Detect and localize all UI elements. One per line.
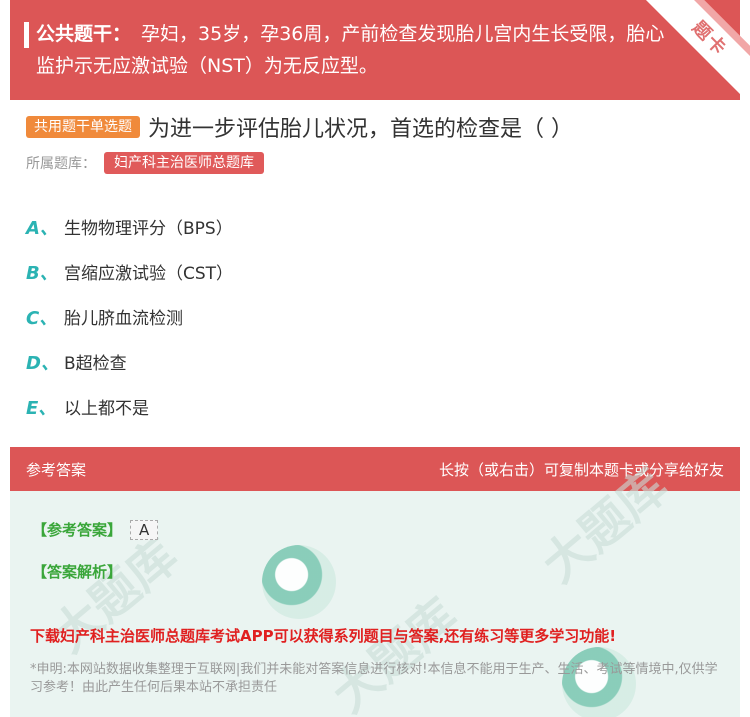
- option-b[interactable]: B、 宫缩应激试验（CST）: [26, 249, 233, 294]
- option-letter: C、: [26, 307, 58, 329]
- option-text: 生物物理评分（BPS）: [64, 219, 233, 239]
- option-e[interactable]: E、 以上都不是: [26, 384, 233, 429]
- stem-label: 公共题干：: [36, 23, 132, 45]
- answer-header-title: 参考答案: [26, 460, 87, 479]
- option-a[interactable]: A、 生物物理评分（BPS）: [26, 204, 233, 249]
- analysis-label: 【答案解析】: [32, 563, 123, 581]
- question-row: 共用题干单选题 为进一步评估胎儿状况，首选的检查是（ ）: [26, 112, 573, 142]
- option-list: A、 生物物理评分（BPS） B、 宫缩应激试验（CST） C、 胎儿脐血流检测…: [26, 204, 233, 429]
- bank-link[interactable]: 妇产科主治医师总题库: [104, 152, 264, 174]
- bank-label: 所属题库：: [26, 156, 96, 172]
- reference-answer: 【参考答案】 A: [32, 519, 159, 540]
- app-download-promo[interactable]: 下载妇产科主治医师总题库考试APP可以获得系列题目与答案,还有练习等更多学习功能…: [30, 625, 616, 646]
- question-bank: 所属题库： 妇产科主治医师总题库: [26, 152, 264, 174]
- answer-share-hint: 长按（或右击）可复制本题卡或分享给好友: [438, 460, 724, 479]
- option-d[interactable]: D、 B超检查: [26, 339, 233, 384]
- answer-panel: 参考答案 长按（或右击）可复制本题卡或分享给好友 大题库 大题库 大题库 【参考…: [10, 447, 740, 717]
- option-letter: A、: [26, 217, 58, 239]
- answer-label: 【参考答案】: [32, 521, 123, 539]
- question-stem: 公共题干： 孕妇，35岁，孕36周，产前检查发现胎儿宫内生长受限，胎心监护示无应激…: [10, 0, 740, 100]
- option-text: 以上都不是: [64, 399, 149, 419]
- question-title: 为进一步评估胎儿状况，首选的检查是（ ）: [148, 117, 573, 142]
- option-text: 胎儿脐血流检测: [64, 309, 183, 329]
- question-card-ribbon: 题卡: [640, 0, 750, 100]
- stem-accent-bar: [24, 22, 29, 48]
- disclaimer-text: *申明:本网站数据收集整理于互联网|我们并未能对答案信息进行核对!本信息不能用于…: [30, 662, 718, 695]
- watermark-logo-icon: [262, 545, 336, 619]
- question-type-tag: 共用题干单选题: [26, 116, 140, 138]
- option-text: 宫缩应激试验（CST）: [64, 264, 234, 284]
- answer-analysis: 【答案解析】: [32, 561, 122, 582]
- option-c[interactable]: C、 胎儿脐血流检测: [26, 294, 233, 339]
- option-letter: E、: [26, 397, 57, 419]
- ribbon-label: 题卡: [643, 0, 750, 100]
- option-text: B超检查: [64, 354, 127, 374]
- answer-value: A: [130, 520, 159, 540]
- option-letter: B、: [26, 262, 58, 284]
- option-letter: D、: [26, 352, 59, 374]
